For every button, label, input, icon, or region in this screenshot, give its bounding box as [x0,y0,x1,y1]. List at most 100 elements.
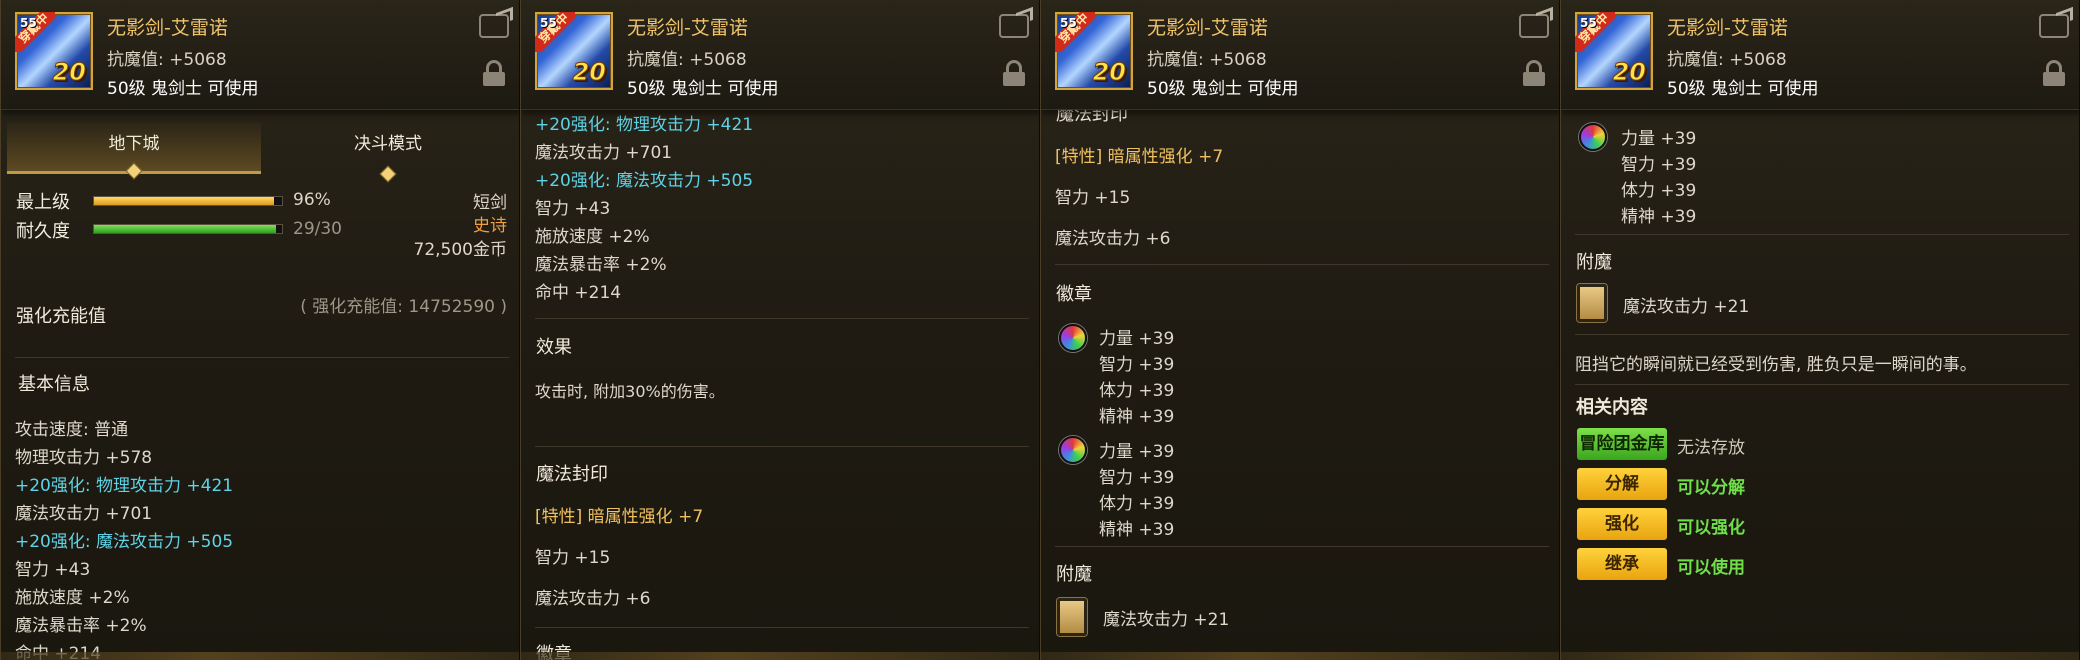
panel-bottom-strip [521,652,1039,660]
share-icon[interactable] [1519,14,1549,38]
related-button[interactable]: 强化 [1577,508,1667,540]
tooltip-panels: 穿戴中 55 20 无影剑-艾雷诺 抗魔值: +5068 50级 鬼剑士 可使用… [0,0,2080,660]
divider [15,357,509,358]
stat-line: 物理攻击力 +578 [15,448,153,468]
item-requirement: 50级 鬼剑士 可使用 [1147,79,1299,99]
grade-value: 96% [293,190,331,210]
charge-value: ( 强化充能值: 14752590 ) [300,297,507,317]
emblem-gem-icon [1059,324,1087,352]
item-stat-line: 抗魔值: +5068 [1667,50,1787,70]
level-badge: 55 [1580,16,1597,30]
seal-attr-text: 暗属性强化 +7 [587,507,704,527]
emblem-stat: 精神 +39 [1099,520,1175,540]
divider [1055,264,1549,265]
emblem-stat: 体力 +39 [1621,181,1697,201]
tooltip-panel-4: 穿戴中 55 20 无影剑-艾雷诺 抗魔值: +5068 50级 鬼剑士 可使用… [1560,0,2080,660]
related-button[interactable]: 分解 [1577,468,1667,500]
lock-icon[interactable] [1003,60,1025,86]
stat-line: +20强化: 魔法攻击力 +505 [15,532,234,552]
emblem-stat: 体力 +39 [1099,381,1175,401]
enhance-badge: 20 [1612,58,1646,87]
grade-label: 最上级 [16,192,70,213]
emblem-stat: 体力 +39 [1099,494,1175,514]
item-requirement: 50级 鬼剑士 可使用 [627,79,779,99]
stat-line: +20强化: 物理攻击力 +421 [15,476,234,496]
rarity-label: 史诗 [473,216,507,236]
related-status: 无法存放 [1677,438,1745,458]
item-icon-sword[interactable]: 穿戴中 55 20 [15,12,93,90]
item-header: 穿戴中 55 20 无影剑-艾雷诺 抗魔值: +5068 50级 鬼剑士 可使用 [1041,0,1559,110]
enhance-badge: 20 [52,58,86,87]
seal-attr-tag: [特性] [535,507,583,527]
related-status: 可以强化 [1677,518,1745,538]
item-header: 穿戴中 55 20 无影剑-艾雷诺 抗魔值: +5068 50级 鬼剑士 可使用 [1,0,519,110]
emblem-stat: 智力 +39 [1099,468,1175,488]
grade-bar [93,196,283,206]
enchant-text: 魔法攻击力 +21 [1623,297,1750,317]
emblem-stat: 力量 +39 [1099,329,1175,349]
lock-icon[interactable] [483,60,505,86]
seal-attr-text: 暗属性强化 +7 [1107,147,1224,167]
stat-line: 魔法攻击力 +701 [535,143,673,163]
related-status: 可以分解 [1677,478,1745,498]
emblem-stat: 精神 +39 [1621,207,1697,227]
item-icon-sword[interactable]: 穿戴中 55 20 [535,12,613,90]
seal-attr: [特性] 暗属性强化 +7 [1055,142,1223,167]
item-header: 穿戴中 55 20 无影剑-艾雷诺 抗魔值: +5068 50级 鬼剑士 可使用 [521,0,1039,110]
effect-text: 攻击时, 附加30%的伤害。 [535,382,725,401]
enhance-badge: 20 [572,58,606,87]
emblem-stat: 智力 +39 [1099,355,1175,375]
share-icon[interactable] [999,14,1029,38]
tab-pvp[interactable]: 决斗模式 [261,122,515,183]
level-badge: 55 [20,16,37,30]
level-badge: 55 [540,16,557,30]
flavor-text: 阻挡它的瞬间就已经受到伤害, 胜负只是一瞬间的事。 [1575,355,1977,375]
charge-title: 强化充能值 [16,306,106,327]
item-header: 穿戴中 55 20 无影剑-艾雷诺 抗魔值: +5068 50级 鬼剑士 可使用 [1561,0,2079,110]
divider [535,446,1029,447]
item-icon-sword[interactable]: 穿戴中 55 20 [1575,12,1653,90]
emblem-stat: 力量 +39 [1099,442,1175,462]
basic-info-title: 基本信息 [18,374,90,395]
related-button[interactable]: 冒险团金库 [1577,428,1667,460]
emblem-title: 徽章 [1056,284,1092,305]
share-icon[interactable] [479,14,509,38]
panel-bottom-strip [1,652,519,660]
seal-attr: [特性] 暗属性强化 +7 [535,502,703,527]
tab-dungeon-label: 地下城 [108,134,160,154]
stat-line: 攻击速度: 普通 [15,420,129,440]
enchant-title: 附魔 [1056,564,1092,585]
divider [1575,234,2069,235]
item-stat-line: 抗魔值: +5068 [627,50,747,70]
enhance-badge: 20 [1092,58,1126,87]
tab-dungeon[interactable]: 地下城 [7,122,261,180]
emblem-gem-icon [1579,123,1607,151]
grade-bar-fill [94,197,275,205]
panel-bottom-strip [1561,652,2079,660]
divider [1575,384,2069,385]
stat-line: 魔法攻击力 +701 [15,504,153,524]
lock-icon[interactable] [1523,60,1545,86]
related-button[interactable]: 继承 [1577,548,1667,580]
seal-title: 魔法封印 [536,464,608,485]
price: 72,500金币 [413,240,507,260]
share-icon[interactable] [2039,14,2069,38]
tab-indicator-icon [379,165,397,183]
item-stat-line: 抗魔值: +5068 [1147,50,1267,70]
stat-line: 施放速度 +2% [15,588,130,608]
enchant-text: 魔法攻击力 +21 [1103,610,1230,630]
durability-bar [93,224,283,234]
item-name: 无影剑-艾雷诺 [1147,17,1268,39]
item-name: 无影剑-艾雷诺 [627,17,748,39]
item-icon-sword[interactable]: 穿戴中 55 20 [1055,12,1133,90]
durability-label: 耐久度 [16,221,70,242]
related-title: 相关内容 [1576,397,1648,418]
seal-line-2: 魔法攻击力 +6 [535,589,651,609]
tab-indicator-icon [125,162,143,180]
item-name: 无影剑-艾雷诺 [107,17,228,39]
divider [1575,334,2069,335]
seal-line-1: 智力 +15 [1055,188,1131,208]
emblem-gem-icon [1059,436,1087,464]
item-name: 无影剑-艾雷诺 [1667,17,1788,39]
lock-icon[interactable] [2043,60,2065,86]
